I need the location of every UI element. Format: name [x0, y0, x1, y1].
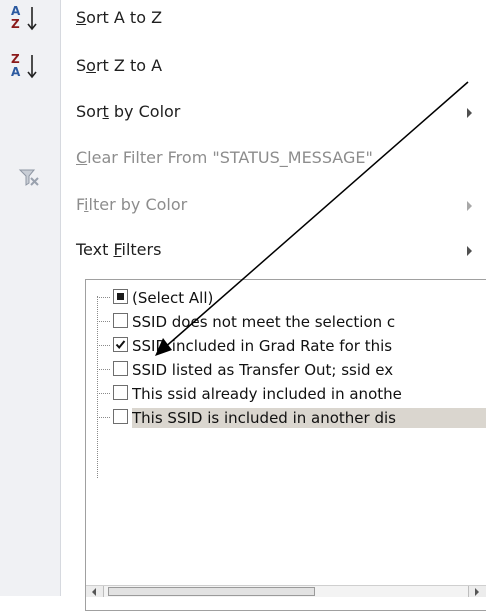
svg-text:A: A	[11, 4, 21, 18]
menu-item-clear-filter[interactable]: Clear Filter From "STATUS_MESSAGE"	[0, 140, 486, 180]
menu-label-pre: Text	[76, 240, 114, 259]
menu-label-rest: ilters	[121, 240, 162, 259]
list-item-label: SSID does not meet the selection c	[132, 313, 396, 331]
svg-text:Z: Z	[11, 17, 20, 31]
menu-label-key: C	[76, 148, 88, 167]
checkbox-unchecked[interactable]	[113, 361, 128, 376]
menu-label-key: o	[86, 56, 96, 75]
tree-connector	[97, 297, 110, 298]
menu-icon-gutter	[0, 0, 61, 596]
partial-check-icon	[117, 293, 124, 300]
scroll-right-button[interactable]	[468, 586, 486, 597]
menu-item-sort-a-to-z[interactable]: A Z Sort A to Z	[0, 0, 486, 40]
menu-label-pre: S	[76, 56, 87, 75]
menu-item-filter-by-color[interactable]: Filter by Color	[0, 187, 486, 227]
tree-connector	[97, 321, 110, 322]
tree-connector	[97, 369, 110, 370]
checkbox-unchecked[interactable]	[113, 385, 128, 400]
menu-label-rest: rt Z to A	[95, 56, 163, 75]
checkmark-icon	[115, 340, 126, 350]
list-item[interactable]: SSID included in Grad Rate for this	[97, 334, 486, 358]
list-item-label: This ssid already included in anothe	[132, 385, 402, 403]
list-item-label: (Select All)	[132, 289, 214, 307]
menu-item-sort-z-to-a[interactable]: Z A Sort Z to A	[0, 48, 486, 88]
list-item[interactable]: This ssid already included in anothe	[97, 382, 486, 406]
tree-connector	[97, 393, 110, 394]
submenu-arrow-icon	[467, 246, 472, 256]
list-item[interactable]: SSID listed as Transfer Out; ssid ex	[97, 358, 486, 382]
checkbox-partial[interactable]	[113, 289, 128, 304]
submenu-arrow-icon	[467, 108, 472, 118]
menu-label-rest: lear Filter From "STATUS_MESSAGE"	[87, 148, 373, 167]
checkbox-unchecked[interactable]	[113, 409, 128, 424]
menu-label-pre: Sor	[76, 102, 103, 121]
list-item-label: SSID included in Grad Rate for this	[132, 337, 393, 355]
menu-item-text-filters[interactable]: Text Filters	[0, 232, 486, 272]
svg-text:A: A	[11, 65, 21, 79]
menu-item-sort-by-color[interactable]: Sort by Color	[0, 94, 486, 134]
list-item-select-all[interactable]: (Select All)	[97, 286, 486, 310]
svg-text:Z: Z	[11, 52, 20, 66]
menu-label-pre: F	[76, 195, 85, 214]
menu-label-rest: ort A to Z	[86, 8, 163, 27]
clear-filter-icon	[18, 169, 39, 186]
list-item-label: SSID listed as Transfer Out; ssid ex	[132, 361, 394, 379]
checkbox-unchecked[interactable]	[113, 313, 128, 328]
sort-descending-icon: Z A	[11, 52, 37, 79]
list-item-label: This SSID is included in another dis	[132, 408, 486, 428]
tree-connector	[97, 417, 110, 418]
sort-ascending-icon: A Z	[11, 4, 37, 31]
horizontal-scrollbar[interactable]	[86, 585, 486, 597]
menu-label-key: S	[76, 8, 87, 27]
menu-label-key: F	[113, 240, 122, 259]
scroll-thumb[interactable]	[108, 587, 315, 596]
submenu-arrow-icon	[467, 201, 472, 211]
list-item-selected[interactable]: This SSID is included in another dis	[97, 406, 486, 430]
menu-label-rest: lter by Color	[88, 195, 188, 214]
scroll-left-button[interactable]	[86, 586, 104, 597]
list-item[interactable]: SSID does not meet the selection c	[97, 310, 486, 334]
menu-label-rest: by Color	[108, 102, 181, 121]
tree-connector	[97, 345, 110, 346]
checkbox-checked[interactable]	[113, 337, 128, 352]
